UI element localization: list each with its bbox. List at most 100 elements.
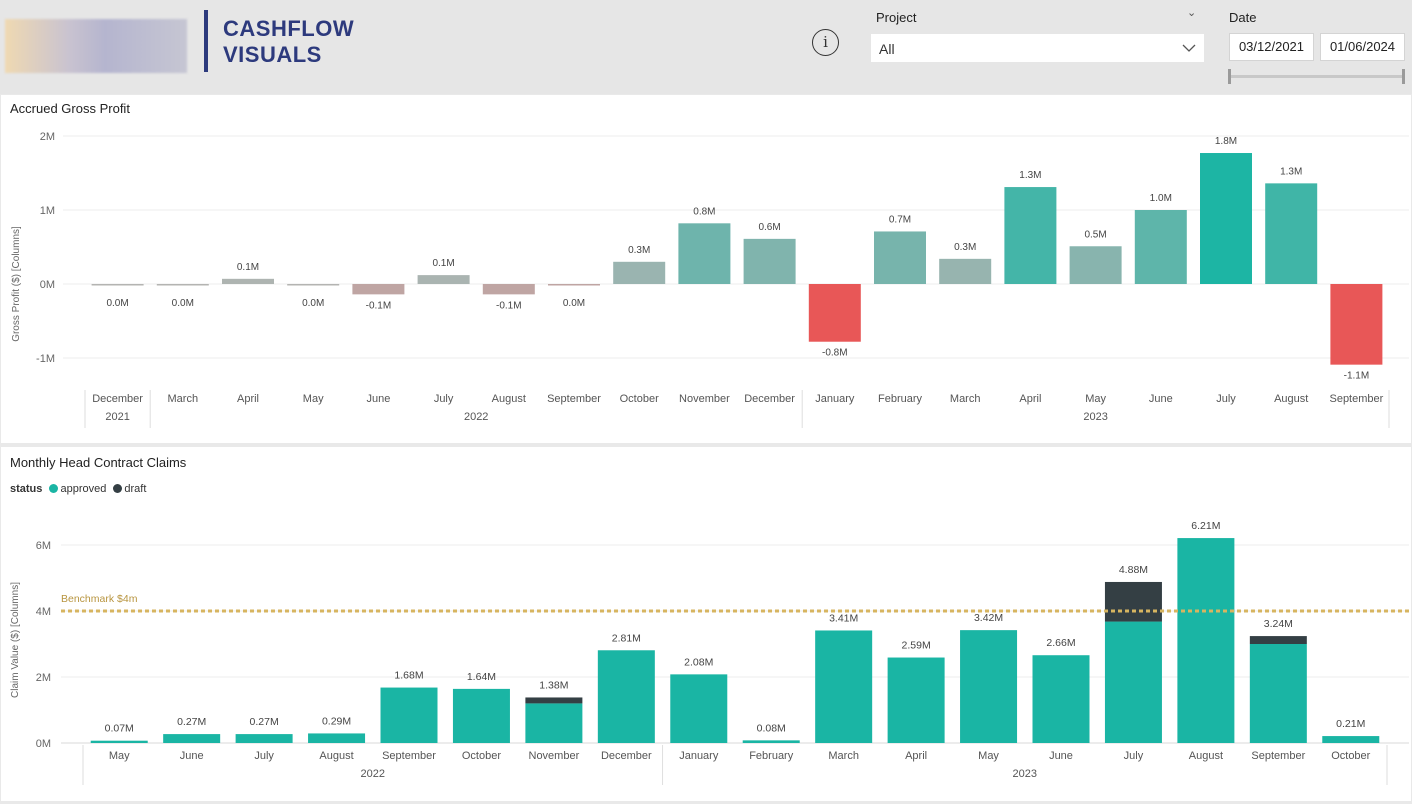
approved-bar xyxy=(380,687,438,743)
x-tick-label: June xyxy=(180,750,204,762)
profit-bar xyxy=(678,223,731,284)
x-year-label: 2022 xyxy=(464,411,488,423)
profit-data-label: 1.0M xyxy=(1150,193,1172,204)
profit-bar xyxy=(1330,284,1383,365)
x-tick-label: May xyxy=(1085,393,1106,405)
x-tick-label: June xyxy=(366,393,390,405)
profit-data-label: 0.5M xyxy=(1084,229,1106,240)
x-tick-label: May xyxy=(109,750,130,762)
date-range-slider[interactable] xyxy=(1229,75,1405,78)
claim-data-label: 1.68M xyxy=(394,670,423,682)
profit-data-label: 0.3M xyxy=(954,242,976,253)
x-year-label: 2022 xyxy=(361,768,385,780)
claim-data-label: 2.81M xyxy=(612,632,641,644)
claim-data-label: 1.64M xyxy=(467,671,496,683)
draft-bar xyxy=(1104,581,1162,622)
y-tick-label: 0M xyxy=(40,279,55,291)
date-slider-start-handle[interactable] xyxy=(1228,69,1231,84)
x-tick-label: November xyxy=(679,393,730,405)
approved-bar xyxy=(452,688,510,743)
profit-bar xyxy=(743,238,796,284)
x-tick-label: February xyxy=(878,393,923,405)
x-tick-label: August xyxy=(1274,393,1308,405)
claim-data-label: 2.59M xyxy=(902,640,931,652)
profit-data-label: 0.1M xyxy=(237,262,259,273)
approved-bar xyxy=(308,733,366,743)
x-tick-label: September xyxy=(1251,750,1305,762)
profit-bar xyxy=(1069,246,1122,284)
x-tick-label: April xyxy=(237,393,259,405)
x-year-label: 2023 xyxy=(1083,411,1107,423)
report-header: CASHFLOW VISUALS i Project ⌄ All Date 03… xyxy=(0,0,1412,94)
report-title-line2: VISUALS xyxy=(223,42,322,67)
x-tick-label: December xyxy=(744,393,795,405)
date-end-input[interactable]: 01/06/2024 xyxy=(1320,33,1405,61)
profit-data-label: 0.3M xyxy=(628,245,650,256)
approved-bar xyxy=(1177,538,1235,743)
claim-data-label: 4.88M xyxy=(1119,564,1148,576)
claim-data-label: 2.66M xyxy=(1046,637,1075,649)
x-tick-label: October xyxy=(462,750,501,762)
chevron-down-icon[interactable]: ⌄ xyxy=(1187,6,1196,19)
approved-bar xyxy=(235,734,293,743)
claim-data-label: 0.08M xyxy=(757,722,786,734)
gross-profit-chart: 2M 1M 0M -1M Gross Profit ($) [Columns] 0.0M D… xyxy=(11,131,1409,428)
project-dropdown-value: All xyxy=(879,41,895,57)
claim-data-label: 0.27M xyxy=(177,716,206,728)
profit-data-label: 1.8M xyxy=(1215,136,1237,147)
project-filter-label: Project xyxy=(876,10,917,25)
draft-bar xyxy=(525,697,583,704)
profit-bar xyxy=(613,261,666,284)
x-tick-label: July xyxy=(254,750,274,762)
y-tick-label: 6M xyxy=(36,540,51,552)
y-tick-label: 4M xyxy=(36,606,51,618)
profit-bar xyxy=(1200,153,1252,284)
claim-data-label: 0.07M xyxy=(105,723,134,735)
profit-data-label: 0.0M xyxy=(106,298,128,309)
report-title-line1: CASHFLOW xyxy=(223,16,355,41)
y-axis-title: Claim Value ($) [Columns] xyxy=(10,582,21,698)
profit-data-label: 0.8M xyxy=(693,206,715,217)
claims-chart: 6M 4M 2M 0M Claim Value ($) [Columns] 0.07M Ma… xyxy=(10,520,1409,785)
profit-data-label: -0.1M xyxy=(496,300,522,311)
project-dropdown[interactable]: All xyxy=(871,34,1204,62)
profit-data-label: 0.0M xyxy=(302,298,324,309)
claim-data-label: 2.08M xyxy=(684,656,713,668)
date-start-input[interactable]: 03/12/2021 xyxy=(1229,33,1314,61)
info-icon[interactable]: i xyxy=(812,29,839,56)
approved-bar xyxy=(163,734,221,743)
approved-bar xyxy=(670,674,728,743)
y-tick-label: 2M xyxy=(36,672,51,684)
claim-data-label: 0.29M xyxy=(322,715,351,727)
profit-data-label: 1.3M xyxy=(1019,170,1041,181)
profit-bar xyxy=(417,275,470,284)
company-logo xyxy=(5,19,187,73)
x-tick-label: August xyxy=(319,750,353,762)
claim-data-label: 3.41M xyxy=(829,612,858,624)
x-tick-label: August xyxy=(492,393,526,405)
profit-bar xyxy=(1134,210,1187,284)
approved-bar xyxy=(887,657,945,743)
profit-data-label: 0.7M xyxy=(889,214,911,225)
profit-bar xyxy=(548,284,600,286)
x-tick-label: May xyxy=(978,750,999,762)
profit-bar xyxy=(1004,187,1057,284)
claim-data-label: 3.42M xyxy=(974,612,1003,624)
profit-data-label: 0.1M xyxy=(432,258,454,269)
date-slider-end-handle[interactable] xyxy=(1402,69,1405,84)
x-tick-label: August xyxy=(1189,750,1223,762)
profit-data-label: -0.8M xyxy=(822,348,848,359)
approved-bar xyxy=(90,740,148,743)
x-tick-label: May xyxy=(303,393,324,405)
approved-bar xyxy=(1032,655,1090,743)
approved-bar xyxy=(1322,736,1380,743)
x-tick-label: December xyxy=(92,393,143,405)
x-tick-label: November xyxy=(529,750,580,762)
claim-data-label: 1.38M xyxy=(539,679,568,691)
y-tick-label: -1M xyxy=(36,353,55,365)
profit-data-label: -0.1M xyxy=(366,300,392,311)
x-tick-label: June xyxy=(1049,750,1073,762)
gross-profit-panel: Accrued Gross Profit 2M 1M 0M -1M Gross Prof… xyxy=(1,95,1411,443)
approved-bar xyxy=(1104,621,1162,743)
profit-data-label: 0.0M xyxy=(563,298,585,309)
